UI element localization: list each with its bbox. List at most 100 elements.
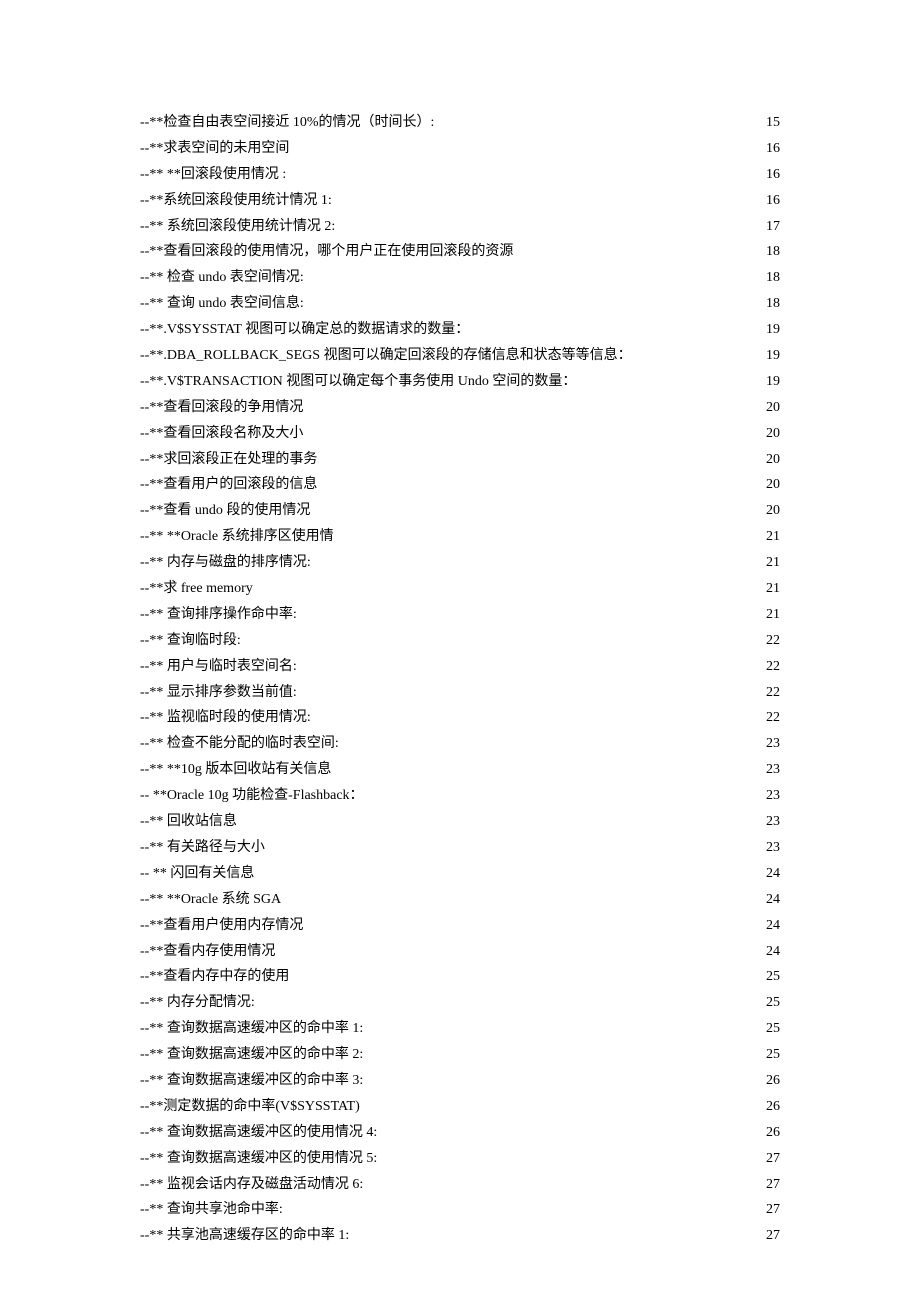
toc-entry-title: --**求回滚段正在处理的事务 (140, 447, 317, 473)
toc-entry-title: --** 系统回滚段使用统计情况 2: (140, 214, 335, 240)
toc-entry[interactable]: --** 查询数据高速缓冲区的使用情况 4:26 (140, 1120, 780, 1146)
toc-leader-dots (319, 449, 764, 463)
toc-leader-dots (365, 1044, 764, 1058)
toc-entry[interactable]: --** 查询 undo 表空间信息:18 (140, 291, 780, 317)
toc-entry-page: 18 (766, 265, 780, 291)
toc-entry-title: --** 内存与磁盘的排序情况: (140, 550, 311, 576)
toc-leader-dots (306, 293, 764, 307)
toc-entry[interactable]: --**查看内存中存的使用25 (140, 964, 780, 990)
toc-entry[interactable]: -- ** 闪回有关信息 24 (140, 861, 780, 887)
toc-entry[interactable]: --** 显示排序参数当前值:22 (140, 680, 780, 706)
toc-entry[interactable]: --** 系统回滚段使用统计情况 2:17 (140, 214, 780, 240)
toc-leader-dots (306, 267, 764, 281)
toc-entry[interactable]: --** 查询数据高速缓冲区的命中率 2:25 (140, 1042, 780, 1068)
toc-entry-page: 21 (766, 602, 780, 628)
toc-entry[interactable]: --** **Oracle 系统排序区使用情21 (140, 524, 780, 550)
toc-leader-dots (256, 863, 764, 877)
toc-entry[interactable]: --**测定数据的命中率(V$SYSSTAT)26 (140, 1094, 780, 1120)
toc-entry-page: 24 (766, 887, 780, 913)
toc-entry-page: 19 (766, 317, 780, 343)
toc-leader-dots (365, 1174, 764, 1188)
toc-entry[interactable]: --** 共享池高速缓存区的命中率 1:27 (140, 1223, 780, 1249)
toc-leader-dots (634, 345, 764, 359)
toc-entry-page: 20 (766, 395, 780, 421)
toc-entry-title: --** 查询 undo 表空间信息: (140, 291, 304, 317)
toc-entry[interactable]: --** 回收站信息23 (140, 809, 780, 835)
toc-leader-dots (285, 1199, 764, 1213)
toc-entry-title: --** 查询共享池命中率: (140, 1197, 283, 1223)
toc-entry-page: 20 (766, 447, 780, 473)
toc-leader-dots (299, 656, 764, 670)
toc-entry[interactable]: --**求表空间的未用空间16 (140, 136, 780, 162)
toc-entry[interactable]: --** **Oracle 系统 SGA24 (140, 887, 780, 913)
toc-entry-title: --**.V$TRANSACTION 视图可以确定每个事务使用 Undo 空间的… (140, 369, 576, 395)
toc-entry-title: -- **Oracle 10g 功能检查-Flashback： (140, 783, 364, 809)
toc-entry-title: -- ** 闪回有关信息 (140, 861, 254, 887)
toc-entry[interactable]: --**.DBA_ROLLBACK_SEGS 视图可以确定回滚段的存储信息和状态… (140, 343, 780, 369)
toc-entry[interactable]: --**查看回滚段的争用情况 20 (140, 395, 780, 421)
toc-entry[interactable]: --** 监视临时段的使用情况:22 (140, 705, 780, 731)
toc-entry[interactable]: --**查看用户使用内存情况 24 (140, 913, 780, 939)
toc-entry[interactable]: --**查看内存使用情况24 (140, 939, 780, 965)
toc-entry[interactable]: --** 有关路径与大小 23 (140, 835, 780, 861)
toc-entry-title: --**查看回滚段的争用情况 (140, 395, 303, 421)
toc-entry-page: 27 (766, 1223, 780, 1249)
toc-leader-dots (299, 604, 764, 618)
toc-entry-title: --**查看用户使用内存情况 (140, 913, 303, 939)
toc-entry-title: --**求 free memory (140, 576, 253, 602)
toc-entry[interactable]: --** **回滚段使用情况 :16 (140, 162, 780, 188)
toc-leader-dots (351, 1225, 764, 1239)
toc-entry-title: --** 有关路径与大小 (140, 835, 265, 861)
toc-entry-page: 19 (766, 369, 780, 395)
toc-entry[interactable]: --**查看 undo 段的使用情况20 (140, 498, 780, 524)
toc-entry-page: 23 (766, 835, 780, 861)
toc-entry[interactable]: --** 检查不能分配的临时表空间:23 (140, 731, 780, 757)
toc-entry-page: 22 (766, 680, 780, 706)
toc-leader-dots (267, 837, 764, 851)
toc-leader-dots (515, 241, 764, 255)
toc-entry-title: --** **回滚段使用情况 : (140, 162, 286, 188)
toc-entry-page: 19 (766, 343, 780, 369)
toc-entry[interactable]: --** **10g 版本回收站有关信息23 (140, 757, 780, 783)
toc-entry[interactable]: --** 监视会话内存及磁盘活动情况 6:27 (140, 1172, 780, 1198)
toc-entry[interactable]: --**求 free memory21 (140, 576, 780, 602)
toc-entry[interactable]: --** 查询数据高速缓冲区的命中率 3:26 (140, 1068, 780, 1094)
toc-leader-dots (578, 371, 764, 385)
toc-entry[interactable]: --** 查询共享池命中率: 27 (140, 1197, 780, 1223)
toc-entry-page: 20 (766, 472, 780, 498)
toc-leader-dots (305, 397, 764, 411)
toc-entry-title: --** 查询数据高速缓冲区的命中率 2: (140, 1042, 363, 1068)
toc-entry-title: --** 查询临时段: (140, 628, 241, 654)
toc-entry[interactable]: --**.V$TRANSACTION 视图可以确定每个事务使用 Undo 空间的… (140, 369, 780, 395)
toc-entry[interactable]: --**查看用户的回滚段的信息20 (140, 472, 780, 498)
toc-leader-dots (365, 1018, 764, 1032)
toc-entry[interactable]: --** 查询数据高速缓冲区的使用情况 5:27 (140, 1146, 780, 1172)
toc-entry-title: --**检查自由表空间接近 10%的情况（时间长）: (140, 110, 434, 136)
toc-entry-page: 23 (766, 809, 780, 835)
toc-entry[interactable]: --**系统回滚段使用统计情况 1:16 (140, 188, 780, 214)
toc-entry-title: --**系统回滚段使用统计情况 1: (140, 188, 332, 214)
toc-entry[interactable]: --** 查询临时段:22 (140, 628, 780, 654)
toc-entry-page: 24 (766, 861, 780, 887)
toc-entry[interactable]: --**求回滚段正在处理的事务 20 (140, 447, 780, 473)
toc-entry[interactable]: --** 检查 undo 表空间情况:18 (140, 265, 780, 291)
toc-entry-page: 27 (766, 1197, 780, 1223)
toc-entry[interactable]: --** 内存分配情况:25 (140, 990, 780, 1016)
toc-entry[interactable]: --**.V$SYSSTAT 视图可以确定总的数据请求的数量：19 (140, 317, 780, 343)
toc-leader-dots (319, 474, 764, 488)
toc-entry[interactable]: --** 查询排序操作命中率:21 (140, 602, 780, 628)
toc-entry[interactable]: --** 内存与磁盘的排序情况:21 (140, 550, 780, 576)
toc-entry-title: --**查看回滚段的使用情况，哪个用户正在使用回滚段的资源 (140, 239, 513, 265)
toc-entry[interactable]: --**检查自由表空间接近 10%的情况（时间长）:15 (140, 110, 780, 136)
toc-entry[interactable]: --** 用户与临时表空间名:22 (140, 654, 780, 680)
toc-entry[interactable]: --**查看回滚段名称及大小20 (140, 421, 780, 447)
toc-leader-dots (291, 966, 764, 980)
toc-leader-dots (277, 941, 764, 955)
toc-entry-page: 20 (766, 421, 780, 447)
toc-entry-page: 24 (766, 913, 780, 939)
toc-leader-dots (305, 423, 764, 437)
toc-entry[interactable]: --** 查询数据高速缓冲区的命中率 1:25 (140, 1016, 780, 1042)
toc-leader-dots (257, 992, 764, 1006)
toc-entry[interactable]: --**查看回滚段的使用情况，哪个用户正在使用回滚段的资源18 (140, 239, 780, 265)
toc-entry[interactable]: -- **Oracle 10g 功能检查-Flashback：23 (140, 783, 780, 809)
